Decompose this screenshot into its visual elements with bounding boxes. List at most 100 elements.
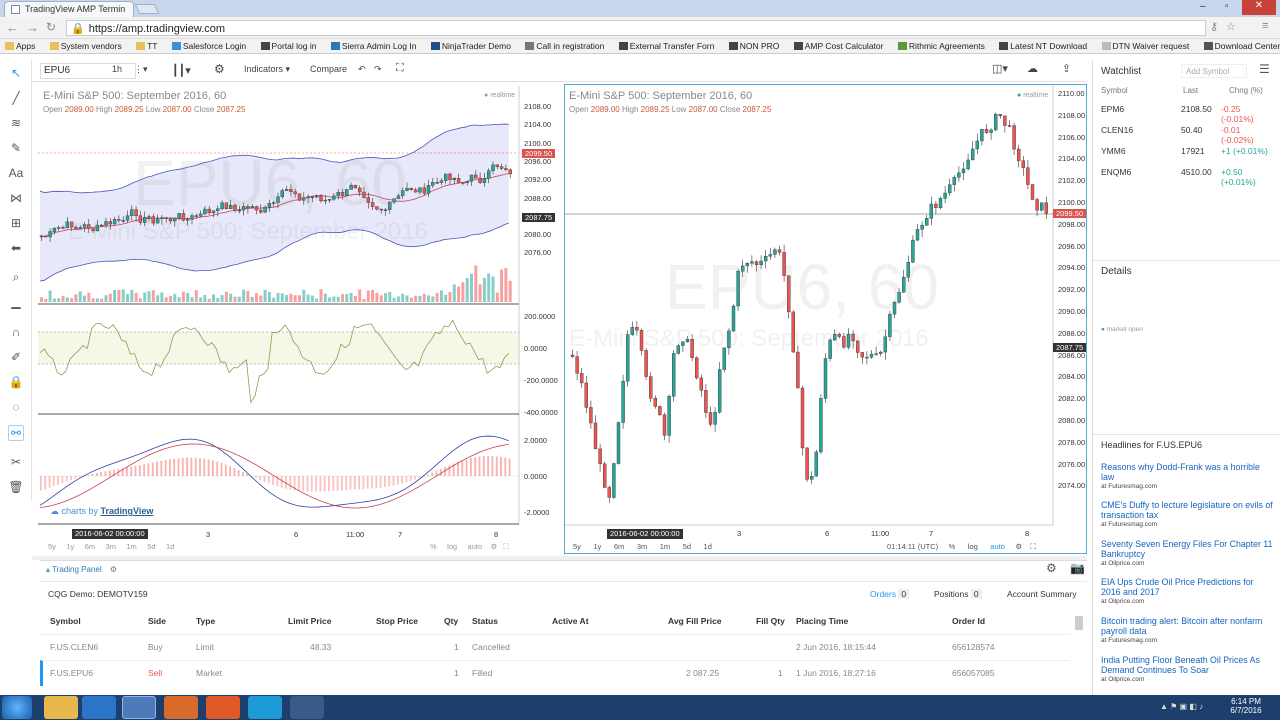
column-header[interactable]: Fill Qty bbox=[756, 616, 785, 626]
column-header[interactable]: Active At bbox=[552, 616, 589, 626]
cursor-icon[interactable]: ↖ bbox=[8, 66, 24, 82]
layout-icon[interactable]: ◫▾ bbox=[992, 62, 1008, 75]
bookmark-item[interactable]: DTN Waiver request bbox=[1101, 41, 1189, 51]
chrome-icon[interactable] bbox=[122, 696, 156, 719]
column-header[interactable]: Qty bbox=[444, 616, 458, 626]
news-item[interactable]: Reasons why Dodd-Frank was a horrible la… bbox=[1101, 462, 1273, 492]
range-5d[interactable]: 5d bbox=[147, 542, 155, 551]
bookmark-item[interactable]: NON PRO bbox=[728, 41, 779, 51]
bookmark-item[interactable]: NinjaTrader Demo bbox=[430, 41, 511, 51]
news-item[interactable]: EIA Ups Crude Oil Price Predictions for … bbox=[1101, 577, 1273, 607]
settings-icon[interactable]: ⚙ bbox=[490, 542, 497, 551]
bookmark-item[interactable]: System vendors bbox=[49, 41, 122, 51]
link-icon[interactable]: ⚯ bbox=[8, 425, 24, 441]
range-3m[interactable]: 3m bbox=[637, 542, 647, 551]
bookmark-item[interactable]: AMP Cost Calculator bbox=[793, 41, 883, 51]
bookmark-item[interactable]: Portal log in bbox=[260, 41, 316, 51]
url-input[interactable]: 🔒 https://amp.tradingview.com bbox=[66, 20, 1206, 36]
tab-positions[interactable]: Positions 0 bbox=[934, 589, 982, 599]
minimize-icon[interactable]: – bbox=[1200, 1, 1206, 12]
range-1y[interactable]: 1y bbox=[66, 542, 74, 551]
auto-toggle[interactable]: auto bbox=[990, 542, 1005, 551]
left-chart-pane[interactable]: E-Mini S&P 500: September 2016, 60 Open … bbox=[38, 86, 562, 554]
bb-icon[interactable] bbox=[206, 696, 240, 719]
forward-icon[interactable]: → bbox=[26, 20, 39, 35]
bookmark-item[interactable]: Salesforce Login bbox=[171, 41, 246, 51]
news-item[interactable]: India Putting Floor Beneath Oil Prices A… bbox=[1101, 655, 1273, 685]
column-header[interactable]: Limit Price bbox=[288, 616, 331, 626]
interval-select[interactable]: 1h bbox=[112, 64, 122, 74]
indicators-button[interactable]: Indicators ▾ bbox=[244, 64, 290, 75]
start-button[interactable] bbox=[2, 696, 32, 719]
add-symbol-input[interactable]: Add Symbol bbox=[1181, 64, 1247, 78]
watchlist-menu-icon[interactable]: ☰ bbox=[1259, 62, 1270, 76]
news-item[interactable]: CME's Duffy to lecture legislature on ev… bbox=[1101, 500, 1273, 530]
news-item[interactable]: Seventy Seven Energy Files For Chapter 1… bbox=[1101, 539, 1273, 569]
tab-account-summary[interactable]: Account Summary bbox=[1007, 589, 1076, 599]
trash-icon[interactable]: 🗑 bbox=[8, 480, 24, 496]
bookmark-item[interactable]: Download Center bbox=[1203, 41, 1280, 51]
range-1d[interactable]: 1d bbox=[166, 542, 174, 551]
column-header[interactable]: Status bbox=[472, 616, 498, 626]
candles-icon[interactable]: ┃┃▾ bbox=[172, 64, 191, 77]
column-header[interactable]: Symbol bbox=[50, 616, 81, 626]
news-link[interactable]: Bitcoin trading alert: Bitcoin after non… bbox=[1101, 616, 1262, 636]
system-clock[interactable]: 6:14 PM 6/7/2016 bbox=[1224, 697, 1268, 715]
trading-panel-tab[interactable]: ▴ Trading Panel ⚙ bbox=[46, 565, 117, 574]
range-1d[interactable]: 1d bbox=[704, 542, 712, 551]
right-chart-pane[interactable]: E-Mini S&P 500: September 2016, 60 Open … bbox=[564, 84, 1087, 554]
trendline-icon[interactable]: ╱ bbox=[8, 91, 24, 107]
close-icon[interactable]: ✕ bbox=[1242, 0, 1276, 15]
range-5d[interactable]: 5d bbox=[683, 542, 691, 551]
column-header[interactable]: Side bbox=[148, 616, 166, 626]
new-tab-button[interactable] bbox=[134, 4, 160, 14]
reload-icon[interactable]: ↻ bbox=[46, 20, 56, 34]
news-link[interactable]: India Putting Floor Beneath Oil Prices A… bbox=[1101, 655, 1260, 675]
bookmark-item[interactable]: Latest NT Download bbox=[999, 41, 1087, 51]
news-item[interactable]: Bitcoin trading alert: Bitcoin after non… bbox=[1101, 616, 1273, 646]
expand-icon[interactable]: ⛶ bbox=[1030, 542, 1035, 551]
settings-icon[interactable]: ⚙ bbox=[1046, 561, 1057, 575]
range-1y[interactable]: 1y bbox=[593, 542, 601, 551]
settings-icon[interactable]: ⚙ bbox=[1015, 542, 1022, 551]
tray-icons[interactable]: ▲ ⚑ ▣ ◧ ♪ bbox=[1160, 702, 1203, 711]
ie-icon[interactable] bbox=[82, 696, 116, 719]
news-link[interactable]: Seventy Seven Energy Files For Chapter 1… bbox=[1101, 539, 1272, 559]
menu-icon[interactable]: ≡ bbox=[1262, 20, 1268, 32]
watchlist-row[interactable]: YMM6 17921 +1 (+0.01%) bbox=[1101, 146, 1273, 166]
measure-icon[interactable]: ⊞ bbox=[8, 216, 24, 232]
camera-icon[interactable]: 📷 bbox=[1070, 561, 1085, 575]
arrow-left-icon[interactable]: ⬅ bbox=[8, 241, 24, 257]
column-header[interactable]: Placing Time bbox=[796, 616, 848, 626]
column-header[interactable]: Stop Price bbox=[376, 616, 418, 626]
watchlist-row[interactable]: ENQM6 4510.00 +0.50 (+0.01%) bbox=[1101, 167, 1273, 187]
bookmark-item[interactable]: TT bbox=[136, 41, 157, 51]
skype-icon[interactable] bbox=[248, 696, 282, 719]
range-1m[interactable]: 1m bbox=[660, 542, 670, 551]
range-6m[interactable]: 6m bbox=[85, 542, 95, 551]
maximize-icon[interactable]: ▫ bbox=[1225, 1, 1229, 12]
news-link[interactable]: CME's Duffy to lecture legislature on ev… bbox=[1101, 500, 1273, 520]
remove-drawings-icon[interactable]: ✂ bbox=[8, 455, 24, 471]
range-1m[interactable]: 1m bbox=[126, 542, 136, 551]
order-row[interactable] bbox=[40, 660, 1070, 686]
redo-icon[interactable]: ↷ bbox=[374, 64, 382, 75]
bookmark-item[interactable]: Call in registration bbox=[525, 41, 604, 51]
pencil-lock-icon[interactable]: ✐ bbox=[8, 350, 24, 366]
browser-tab[interactable]: TradingView AMP Termin bbox=[4, 1, 134, 17]
auto-toggle[interactable]: auto bbox=[468, 542, 483, 551]
watchlist-row[interactable]: CLEN16 50.40 -0.01 (-0.02%) bbox=[1101, 125, 1273, 145]
more-icon[interactable]: ⋮▾ bbox=[134, 64, 148, 75]
firefox-icon[interactable] bbox=[164, 696, 198, 719]
expand-icon[interactable]: ⛶ bbox=[503, 542, 508, 551]
watchlist-row[interactable]: EPM6 2108.50 -0.25 (-0.01%) bbox=[1101, 104, 1273, 124]
percent-toggle[interactable]: % bbox=[949, 542, 956, 551]
news-link[interactable]: Reasons why Dodd-Frank was a horrible la… bbox=[1101, 462, 1260, 482]
bookmark-item[interactable]: Rithmic Agreements bbox=[897, 41, 985, 51]
news-link[interactable]: EIA Ups Crude Oil Price Predictions for … bbox=[1101, 577, 1254, 597]
range-5y[interactable]: 5y bbox=[48, 542, 56, 551]
zoom-icon[interactable]: ⌕ bbox=[8, 270, 24, 286]
key-icon[interactable]: ⚷ bbox=[1210, 20, 1218, 33]
column-header[interactable]: Order Id bbox=[952, 616, 985, 626]
upload-cloud-icon[interactable]: ⇪ bbox=[1062, 62, 1071, 75]
